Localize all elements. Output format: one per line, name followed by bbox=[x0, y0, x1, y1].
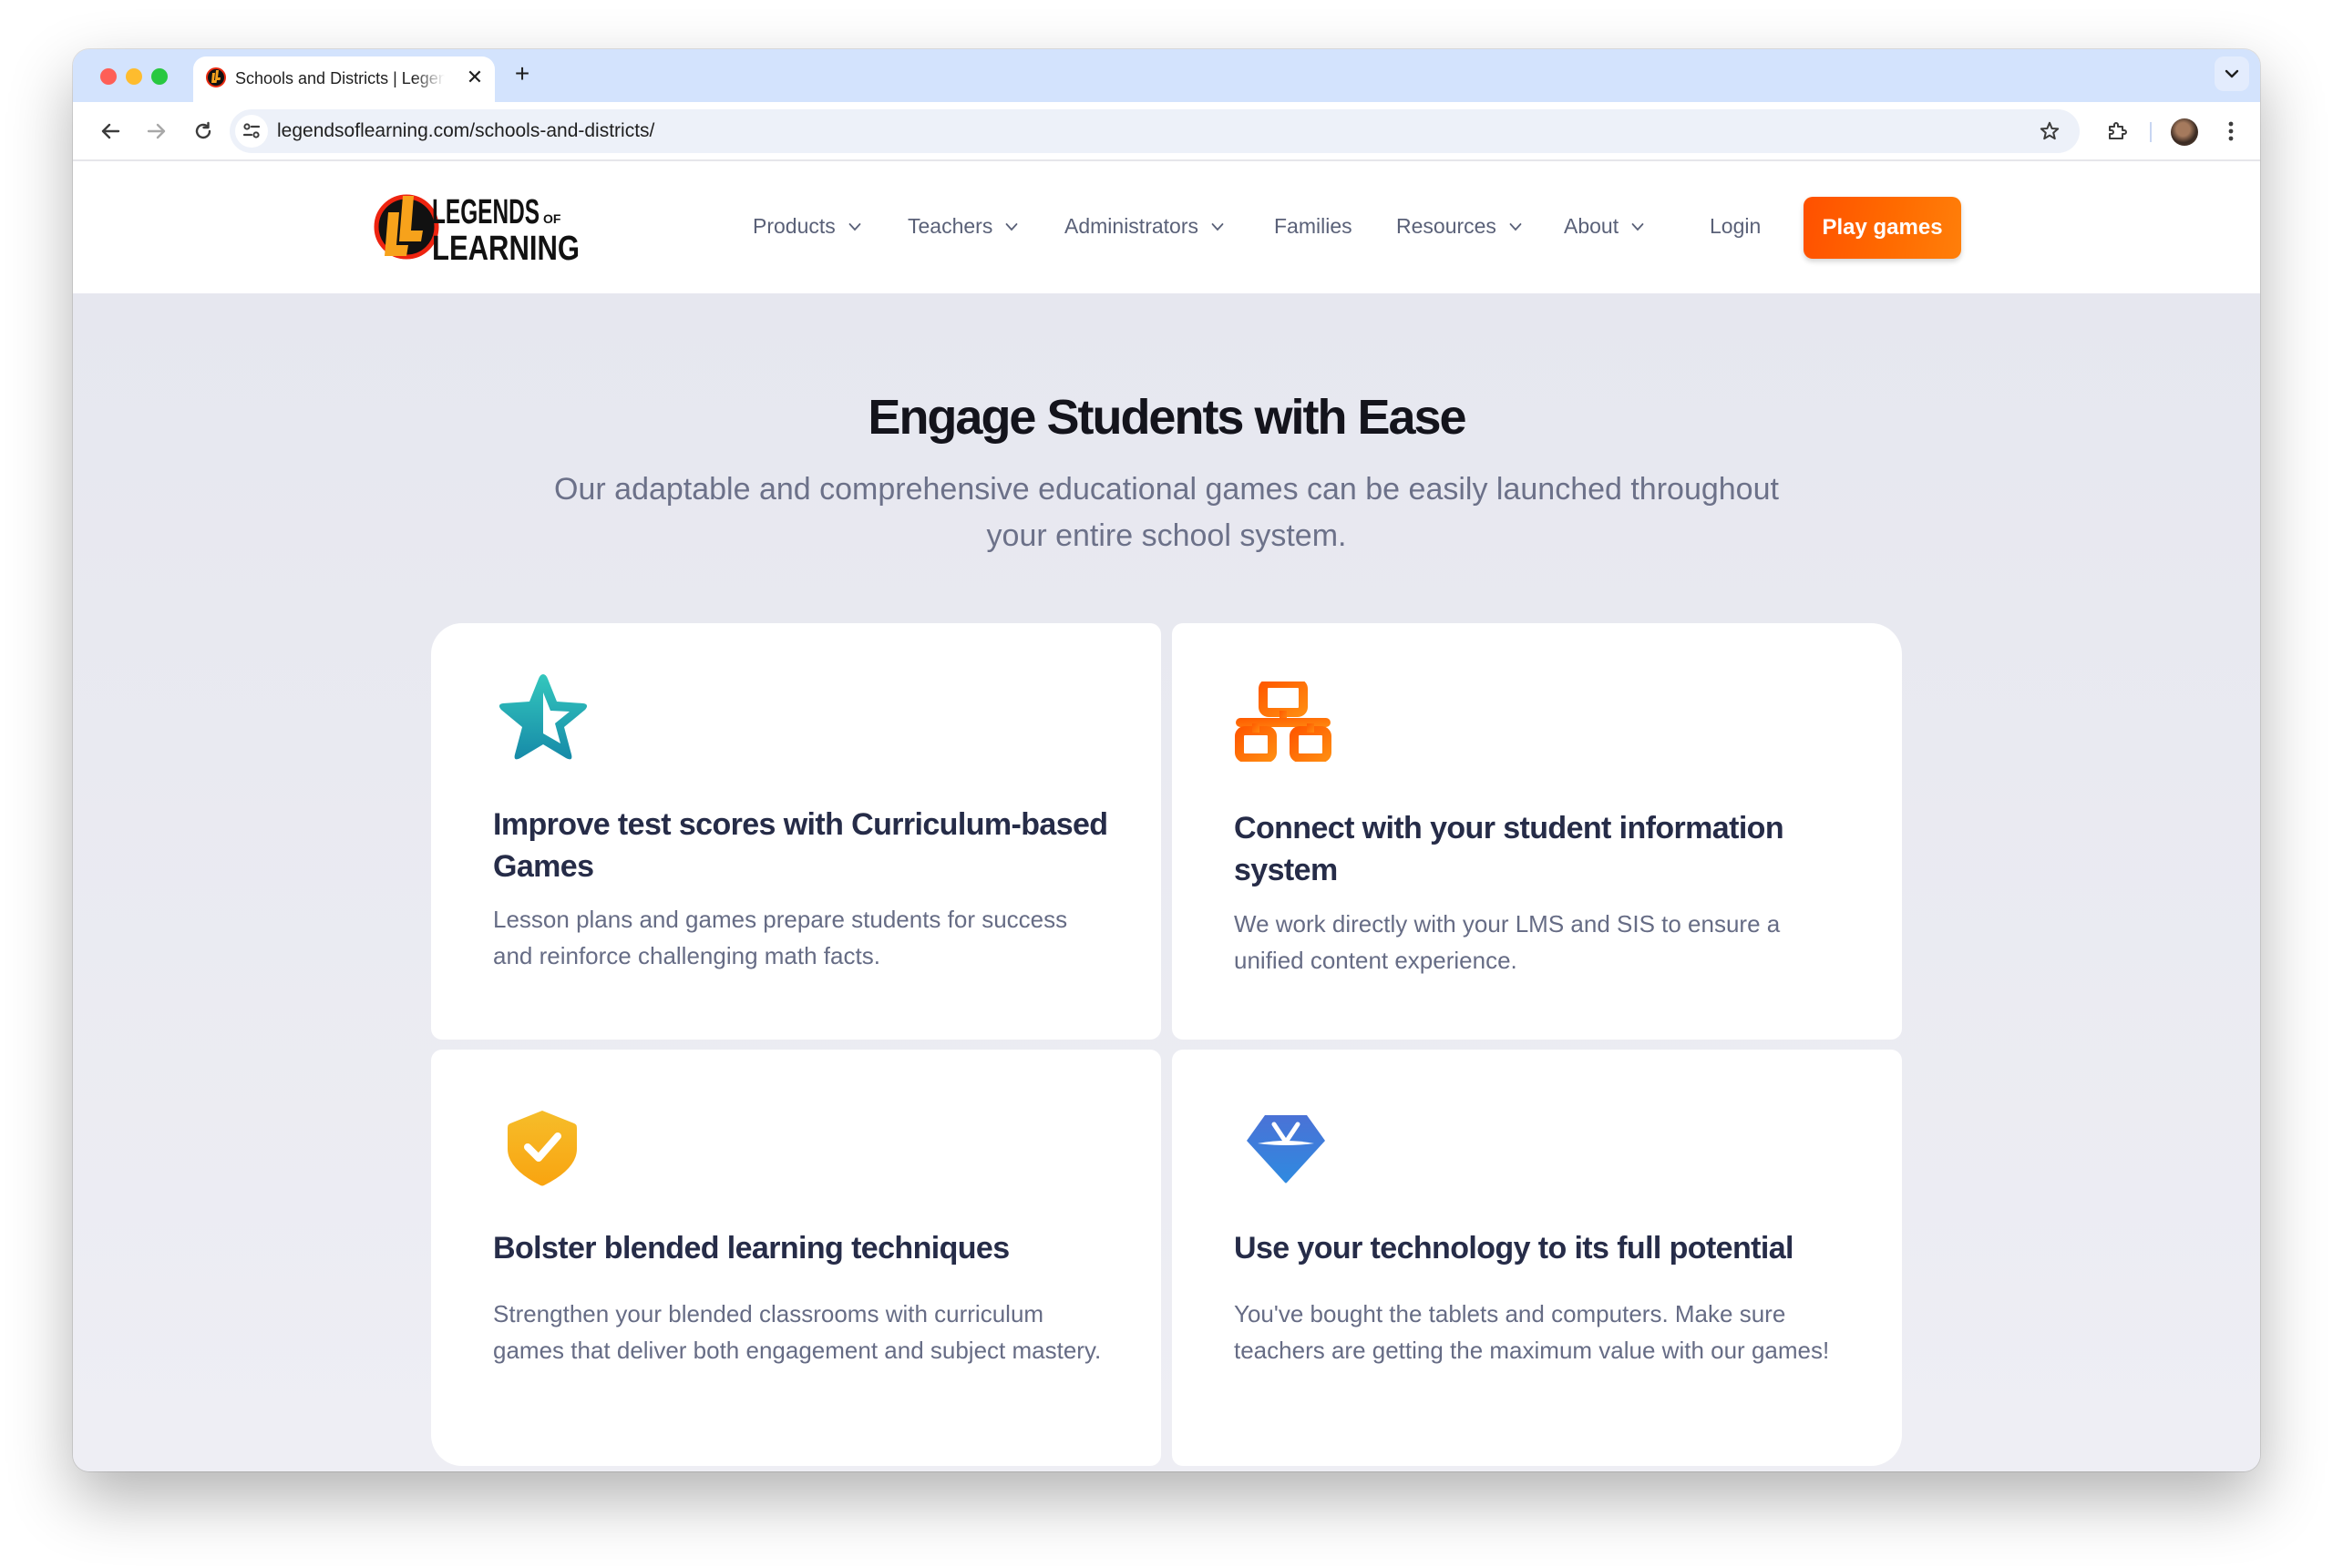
tab-strip: Schools and Districts | Legends of Learn… bbox=[73, 49, 2260, 102]
site-logo[interactable]: LEGENDS OF LEARNING bbox=[370, 185, 585, 269]
back-button[interactable] bbox=[95, 116, 126, 147]
feature-card-test-scores: Improve test scores with Curriculum-base… bbox=[431, 623, 1161, 1040]
network-icon bbox=[1235, 682, 1331, 762]
site-info-button[interactable] bbox=[235, 115, 268, 148]
shield-check-icon bbox=[508, 1111, 577, 1186]
puzzle-icon bbox=[2109, 122, 2127, 139]
feature-card-blended-learning: Bolster blended learning techniques Stre… bbox=[431, 1050, 1161, 1466]
main-content: Engage Students with Ease Our adaptable … bbox=[73, 293, 2260, 1471]
card-title: Improve test scores with Curriculum-base… bbox=[493, 807, 1108, 884]
section-title: Engage Students with Ease bbox=[868, 390, 1466, 445]
chevron-down-icon bbox=[848, 222, 861, 231]
browser-toolbar: legendsoflearning.com/schools-and-distri… bbox=[73, 102, 2260, 161]
card-description: Strengthen your blended classrooms with … bbox=[493, 1300, 1102, 1364]
forward-button[interactable] bbox=[141, 116, 172, 147]
profile-avatar[interactable] bbox=[2171, 118, 2198, 146]
card-title: Bolster blended learning techniques bbox=[493, 1231, 1010, 1266]
arrow-right-icon bbox=[147, 123, 166, 139]
maximize-window-button[interactable] bbox=[151, 68, 168, 85]
close-icon[interactable]: ✕ bbox=[463, 66, 487, 89]
chevron-down-icon bbox=[2225, 69, 2239, 78]
tab-search-button[interactable] bbox=[2215, 56, 2249, 91]
menu-button[interactable] bbox=[2215, 116, 2246, 147]
chevron-down-icon bbox=[1631, 222, 1644, 231]
logo-text-of: OF bbox=[543, 211, 561, 226]
nav-administrators[interactable]: Administrators bbox=[1064, 214, 1224, 239]
reload-icon bbox=[195, 121, 211, 139]
reload-button[interactable] bbox=[188, 116, 219, 147]
nav-label: Families bbox=[1274, 214, 1352, 238]
logo-text-legends: LEGENDS bbox=[432, 193, 540, 231]
nav-products[interactable]: Products bbox=[753, 214, 861, 239]
card-title: Use your technology to its full potentia… bbox=[1234, 1231, 1793, 1266]
nav-label: About bbox=[1564, 214, 1619, 238]
nav-label: Administrators bbox=[1064, 214, 1198, 238]
card-description: Lesson plans and games prepare students … bbox=[493, 906, 1068, 969]
login-label: Login bbox=[1710, 214, 1762, 238]
card-description: You've bought the tablets and computers.… bbox=[1234, 1300, 1830, 1364]
extensions-button[interactable] bbox=[2102, 116, 2133, 147]
browser-tab-active[interactable]: Schools and Districts | Legends of Learn… bbox=[193, 56, 495, 102]
site-header: LEGENDS OF LEARNING Products Teachers Ad… bbox=[73, 161, 2260, 293]
favicon-icon bbox=[206, 67, 226, 87]
section-subtitle: Our adaptable and comprehensive educatio… bbox=[554, 472, 1779, 553]
nav-label: Teachers bbox=[908, 214, 993, 238]
nav-about[interactable]: About bbox=[1564, 214, 1644, 239]
login-link[interactable]: Login bbox=[1710, 214, 1761, 239]
plus-icon[interactable]: + bbox=[509, 60, 536, 87]
close-window-button[interactable] bbox=[100, 68, 117, 85]
bookmark-button[interactable] bbox=[2034, 116, 2065, 147]
chevron-down-icon bbox=[1211, 222, 1224, 231]
star-outline-icon bbox=[2040, 121, 2060, 140]
more-vert-icon bbox=[2228, 121, 2234, 141]
nav-families[interactable]: Families bbox=[1274, 214, 1352, 239]
minimize-window-button[interactable] bbox=[126, 68, 142, 85]
tune-icon bbox=[242, 123, 261, 138]
feature-card-technology: Use your technology to its full potentia… bbox=[1172, 1050, 1902, 1466]
nav-label: Products bbox=[753, 214, 836, 238]
arrow-left-icon bbox=[101, 123, 120, 139]
chevron-down-icon bbox=[1005, 222, 1018, 231]
url-text[interactable]: legendsoflearning.com/schools-and-distri… bbox=[277, 120, 654, 142]
chevron-down-icon bbox=[1509, 222, 1522, 231]
toolbar-divider bbox=[2150, 122, 2152, 142]
diamond-icon bbox=[1247, 1115, 1325, 1184]
logo-emblem-icon: LEGENDS OF LEARNING bbox=[374, 193, 580, 268]
feature-card-sis: Connect with your student information sy… bbox=[1172, 623, 1902, 1040]
nav-label: Resources bbox=[1396, 214, 1496, 238]
nav-teachers[interactable]: Teachers bbox=[908, 214, 1018, 239]
card-title: Connect with your student information sy… bbox=[1234, 811, 1784, 887]
play-games-button[interactable]: Play games bbox=[1804, 197, 1961, 259]
card-description: We work directly with your LMS and SIS t… bbox=[1234, 910, 1781, 974]
address-bar[interactable]: legendsoflearning.com/schools-and-distri… bbox=[230, 109, 2080, 153]
star-icon bbox=[498, 674, 588, 760]
nav-resources[interactable]: Resources bbox=[1396, 214, 1522, 239]
logo-text-learning: LEARNING bbox=[432, 230, 580, 268]
browser-window: Schools and Districts | Legends of Learn… bbox=[73, 49, 2260, 1471]
tab-title: Schools and Districts | Legends of Learn… bbox=[235, 69, 445, 87]
